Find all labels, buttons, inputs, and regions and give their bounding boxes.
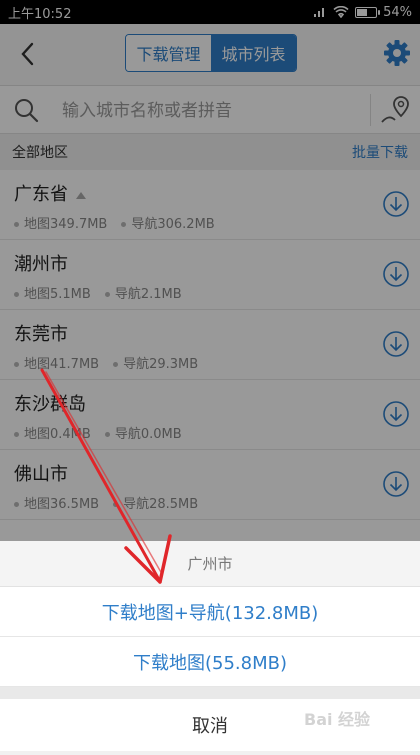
download-map-button[interactable]: 下载地图(55.8MB) <box>0 637 420 687</box>
action-sheet-title: 广州市 <box>0 541 420 587</box>
download-map-nav-button[interactable]: 下载地图+导航(132.8MB) <box>0 587 420 637</box>
watermark-logo: Bai 经验 <box>304 710 371 729</box>
sheet-divider <box>0 687 420 699</box>
